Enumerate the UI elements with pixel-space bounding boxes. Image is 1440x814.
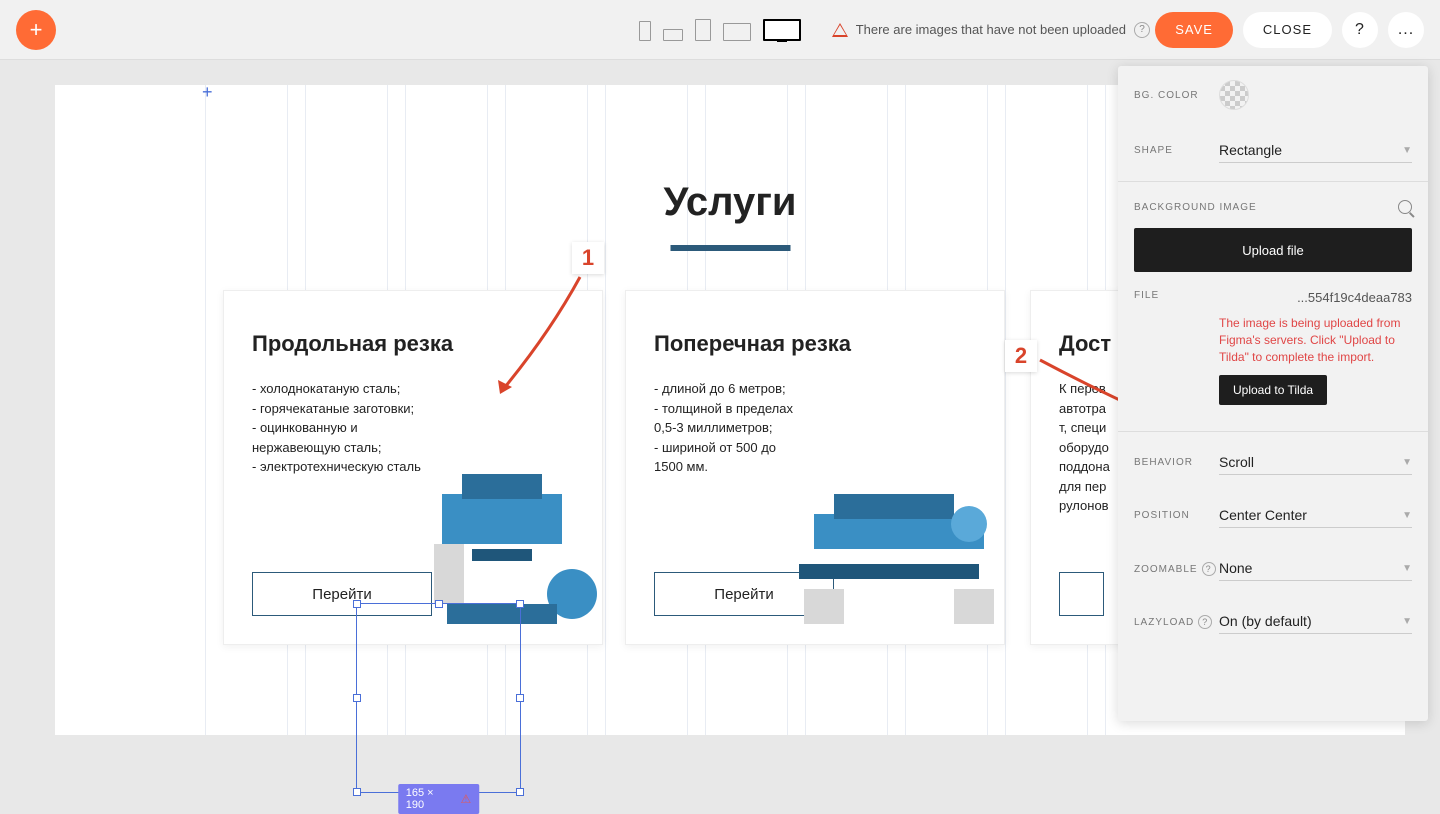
warning-text: There are images that have not been uplo… — [856, 22, 1126, 37]
title-underline — [670, 245, 790, 251]
device-tablet-landscape-icon[interactable] — [723, 23, 751, 41]
resize-handle-br[interactable] — [516, 788, 524, 796]
card-description[interactable]: - холоднокатаную сталь; - горячекатаные … — [252, 379, 429, 477]
size-warning-icon: ⚠ — [460, 792, 471, 806]
upload-warning: There are images that have not been uplo… — [832, 22, 1150, 38]
top-toolbar: + There are images that have not been up… — [0, 0, 1440, 60]
warning-triangle-icon — [832, 23, 848, 37]
position-label: POSITION — [1134, 510, 1219, 521]
service-card[interactable]: Поперечная резка - длиной до 6 метров; -… — [625, 290, 1005, 645]
card-goto-button[interactable] — [1059, 572, 1104, 616]
help-icon[interactable]: ? — [1202, 562, 1216, 576]
lazyload-select[interactable]: On (by default)▼ — [1219, 609, 1412, 634]
resize-handle-r[interactable] — [516, 694, 524, 702]
close-button[interactable]: CLOSE — [1243, 12, 1332, 48]
chevron-down-icon: ▼ — [1402, 145, 1412, 156]
import-note: The image is being uploaded from Figma's… — [1118, 315, 1428, 375]
resize-handle-t[interactable] — [435, 600, 443, 608]
bgcolor-swatch[interactable] — [1219, 80, 1249, 110]
device-switcher — [639, 19, 801, 41]
save-button[interactable]: SAVE — [1155, 12, 1233, 48]
position-select[interactable]: Center Center▼ — [1219, 503, 1412, 528]
chevron-down-icon: ▼ — [1402, 457, 1412, 468]
properties-panel: BG. COLOR SHAPE Rectangle▼ BACKGROUND IM… — [1118, 66, 1428, 721]
lazyload-label: LAZYLOAD? — [1134, 615, 1219, 629]
zoomable-label: ZOOMABLE? — [1134, 562, 1219, 576]
device-desktop-icon[interactable] — [763, 19, 801, 41]
shape-label: SHAPE — [1134, 145, 1219, 156]
annotation-arrow-1 — [490, 272, 590, 402]
zoomable-select[interactable]: None▼ — [1219, 556, 1412, 581]
canvas-corner-marker: + — [202, 82, 213, 103]
resize-handle-tr[interactable] — [516, 600, 524, 608]
device-phone-portrait-icon[interactable] — [639, 21, 651, 41]
help-icon[interactable]: ? — [1134, 22, 1150, 38]
chevron-down-icon: ▼ — [1402, 563, 1412, 574]
behavior-select[interactable]: Scroll▼ — [1219, 450, 1412, 475]
section-title-block: Услуги — [664, 180, 797, 251]
device-phone-landscape-icon[interactable] — [663, 29, 683, 41]
bgimage-section-label: BACKGROUND IMAGE — [1134, 202, 1257, 213]
resize-handle-bl[interactable] — [353, 788, 361, 796]
annotation-2: 2 — [1005, 340, 1037, 372]
search-icon[interactable] — [1398, 200, 1412, 214]
file-name: ...554f19c4deaa783 — [1297, 290, 1412, 305]
selection-size-badge: 165 × 190 ⚠ — [398, 784, 480, 814]
selection-box[interactable]: 165 × 190 ⚠ — [356, 603, 521, 793]
chevron-down-icon: ▼ — [1402, 616, 1412, 627]
shape-select[interactable]: Rectangle▼ — [1219, 138, 1412, 163]
file-label: FILE — [1134, 290, 1219, 305]
annotation-1: 1 — [572, 242, 604, 274]
help-button[interactable]: ? — [1342, 12, 1378, 48]
more-button[interactable]: ... — [1388, 12, 1424, 48]
help-icon[interactable]: ? — [1198, 615, 1212, 629]
upload-to-tilda-button[interactable]: Upload to Tilda — [1219, 375, 1327, 405]
add-button[interactable]: + — [16, 10, 56, 50]
resize-handle-tl[interactable] — [353, 600, 361, 608]
card-title[interactable]: Поперечная резка — [654, 331, 976, 357]
section-title[interactable]: Услуги — [664, 180, 797, 225]
device-tablet-portrait-icon[interactable] — [695, 19, 711, 41]
resize-handle-l[interactable] — [353, 694, 361, 702]
machine-image[interactable] — [794, 454, 1004, 644]
bgcolor-label: BG. COLOR — [1134, 90, 1219, 101]
upload-file-button[interactable]: Upload file — [1134, 228, 1412, 272]
chevron-down-icon: ▼ — [1402, 510, 1412, 521]
behavior-label: BEHAVIOR — [1134, 457, 1219, 468]
